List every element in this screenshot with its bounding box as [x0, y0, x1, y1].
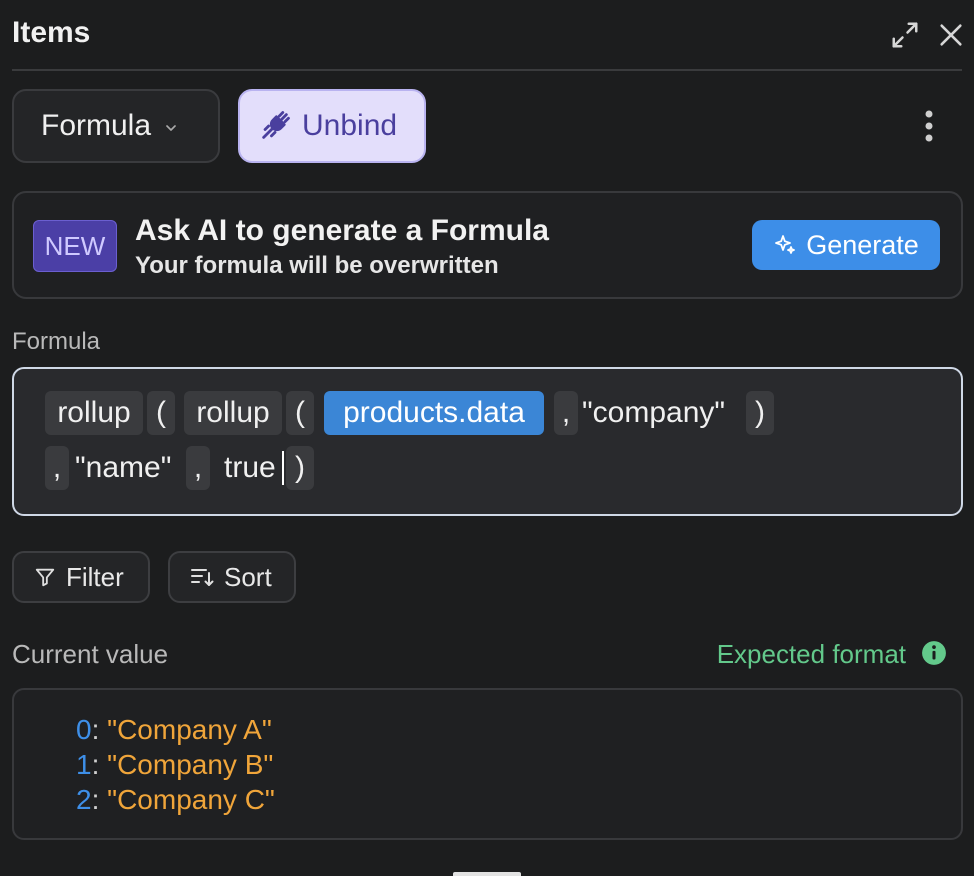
new-badge: NEW: [33, 220, 117, 272]
generate-label: Generate: [806, 229, 919, 260]
panel-title: Items: [12, 16, 91, 49]
unbind-label: Unbind: [302, 109, 398, 142]
formula-editor[interactable]: rollup ( rollup ( products.data , "compa…: [12, 367, 963, 516]
formula-type-label: Formula: [41, 109, 152, 142]
formula-token-paren[interactable]: (: [147, 391, 175, 435]
sort-icon: [191, 569, 214, 586]
resize-handle[interactable]: [453, 872, 521, 876]
formula-token-reference[interactable]: products.data: [324, 391, 544, 435]
formula-token-function[interactable]: rollup: [184, 391, 282, 435]
formula-token-string[interactable]: "company": [582, 391, 725, 435]
ai-card-subtitle: Your formula will be overwritten: [135, 252, 499, 279]
close-button[interactable]: [934, 18, 968, 52]
formula-token-string[interactable]: "name": [75, 446, 171, 490]
value-string: "Company A": [107, 714, 272, 745]
more-options-button[interactable]: [914, 106, 944, 146]
ai-generate-card: NEW Ask AI to generate a Formula Your fo…: [12, 191, 963, 299]
info-icon[interactable]: [921, 640, 947, 666]
filter-button[interactable]: Filter: [12, 551, 150, 603]
filter-label: Filter: [66, 561, 124, 592]
panel-header: Items: [12, 14, 962, 58]
formula-token-paren[interactable]: ): [746, 391, 774, 435]
more-vertical-icon: [925, 110, 933, 142]
current-value-box: 0: "Company A" 1: "Company B" 2: "Compan…: [12, 688, 963, 840]
expand-icon: [892, 22, 918, 48]
items-panel: Items Formula Unbind NEW Ask AI to gener…: [0, 0, 974, 876]
formula-token-comma[interactable]: ,: [554, 391, 578, 435]
list-item: 2: "Company C": [76, 784, 275, 815]
value-index: 1: [76, 749, 92, 780]
value-string: "Company C": [107, 784, 275, 815]
sort-button[interactable]: Sort: [168, 551, 296, 603]
text-caret: [282, 451, 284, 485]
formula-section-label: Formula: [12, 328, 101, 355]
unplug-icon: [262, 111, 290, 139]
list-item: 0: "Company A": [76, 714, 272, 745]
header-divider: [12, 69, 962, 71]
formula-type-dropdown[interactable]: Formula: [12, 89, 220, 163]
close-icon: [940, 24, 962, 46]
list-item: 1: "Company B": [76, 749, 274, 780]
sort-label: Sort: [224, 561, 272, 592]
sparkle-icon: [775, 235, 796, 254]
ai-card-title: Ask AI to generate a Formula: [135, 214, 549, 247]
expand-button[interactable]: [888, 18, 922, 52]
filter-icon: [35, 568, 55, 587]
chevron-down-icon: [166, 125, 176, 131]
value-index: 2: [76, 784, 92, 815]
current-value-label: Current value: [12, 639, 169, 669]
value-string: "Company B": [107, 749, 274, 780]
formula-token-comma[interactable]: ,: [45, 446, 69, 490]
formula-token-paren[interactable]: ): [286, 446, 314, 490]
expected-format-link[interactable]: Expected format: [717, 639, 906, 670]
value-index: 0: [76, 714, 92, 745]
formula-token-comma[interactable]: ,: [186, 446, 210, 490]
formula-token-paren[interactable]: (: [286, 391, 314, 435]
generate-button[interactable]: Generate: [752, 220, 940, 270]
formula-token-function[interactable]: rollup: [45, 391, 143, 435]
unbind-button[interactable]: Unbind: [238, 89, 426, 163]
formula-token-boolean[interactable]: true: [224, 446, 276, 490]
